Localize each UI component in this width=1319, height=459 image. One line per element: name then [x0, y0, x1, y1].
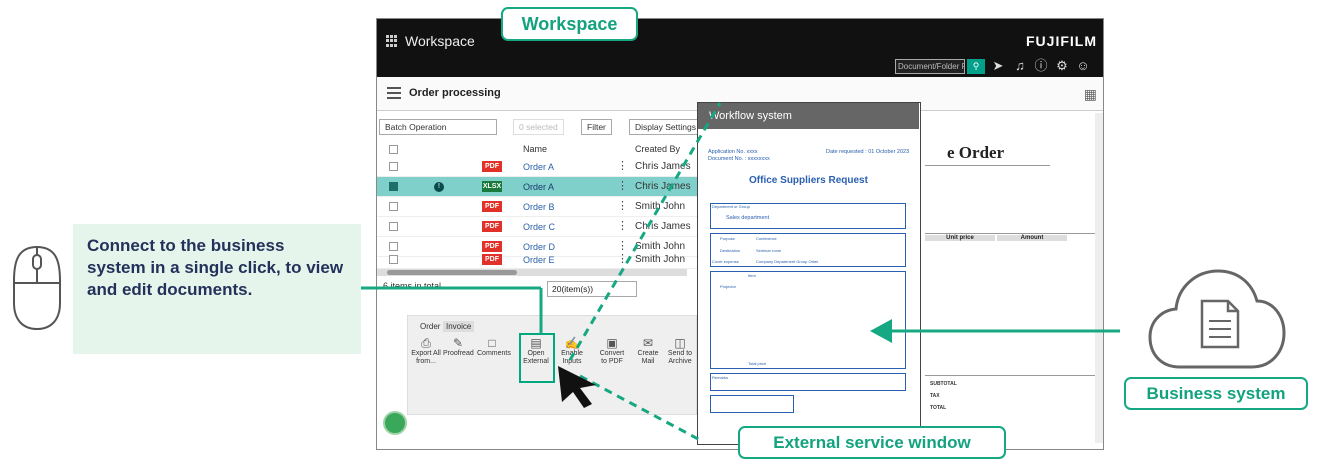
connector-overlay [361, 102, 1120, 442]
mouse-pointer-icon [557, 366, 597, 408]
cloud-document-icon [1148, 269, 1286, 369]
business-system-tag: Business system [1124, 377, 1308, 410]
external-window-tag: External service window [738, 426, 1006, 459]
workspace-tag: Workspace [501, 7, 638, 41]
